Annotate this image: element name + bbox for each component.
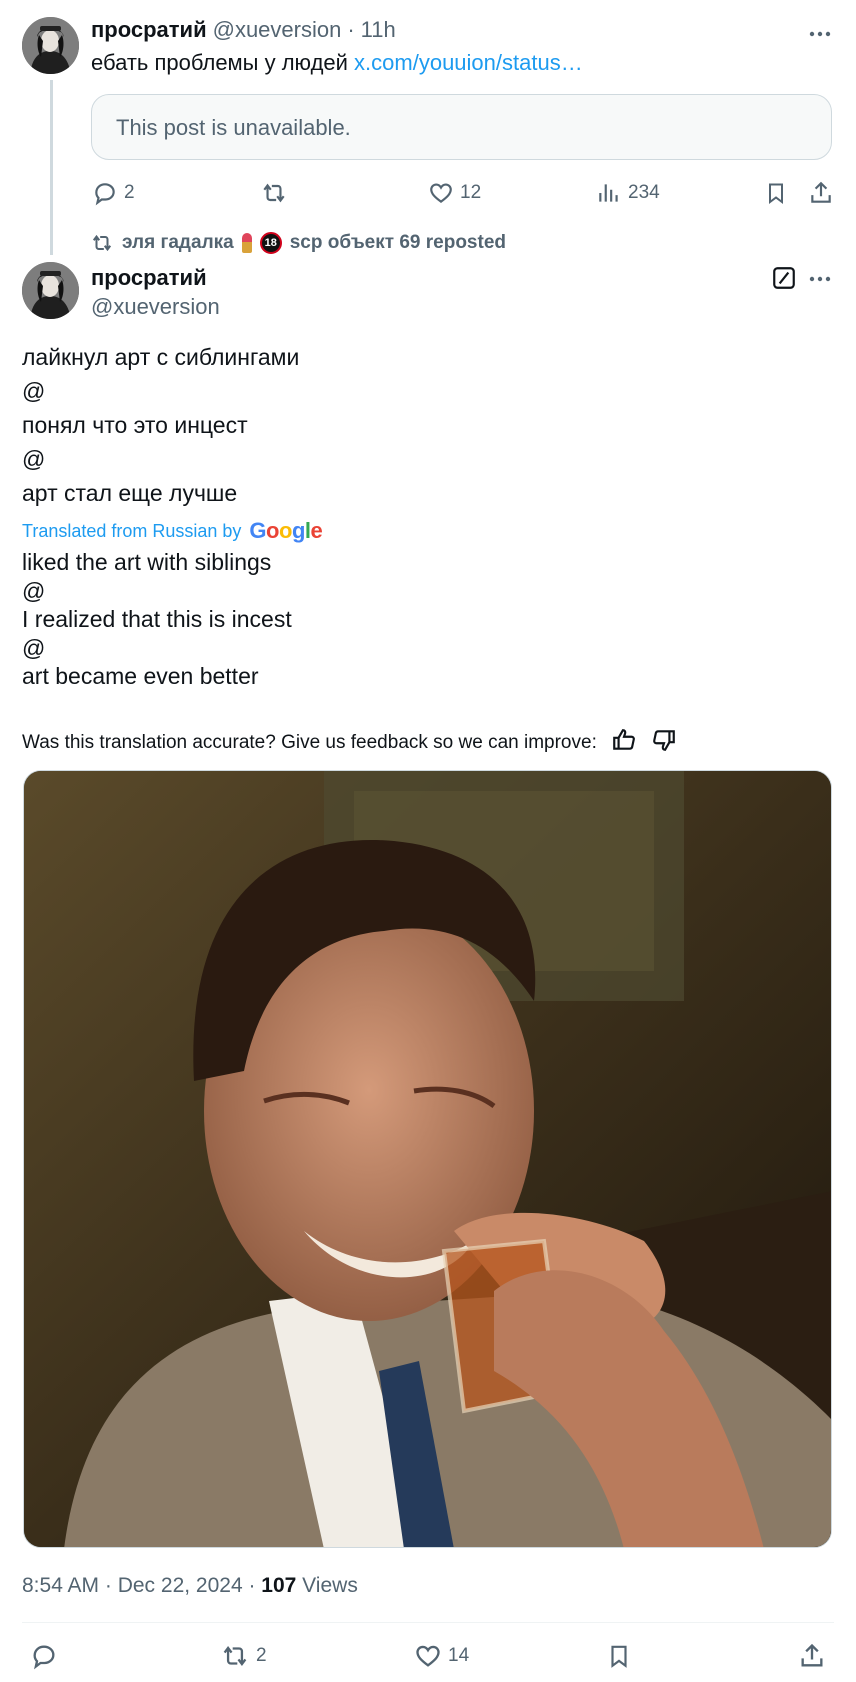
reply-button[interactable]: [30, 1642, 64, 1670]
unavailable-notice: This post is unavailable.: [116, 115, 351, 140]
reply-icon: [33, 1645, 55, 1670]
original-text: лайкнул арт с сиблингами @ понял что это…: [22, 340, 299, 510]
more-options-button[interactable]: [808, 22, 832, 51]
repost-icon: [92, 234, 112, 252]
thumbs-down-button[interactable]: [651, 727, 677, 759]
like-count: 14: [448, 1645, 470, 1666]
text-line: лайкнул арт с сиблингами: [22, 344, 300, 370]
thumbs-up-icon: [613, 729, 635, 750]
reposted-label[interactable]: scp объект 69 reposted: [290, 232, 506, 254]
repost-icon: [263, 183, 285, 203]
author-name[interactable]: просратий: [91, 17, 207, 43]
reply-icon: [95, 183, 115, 206]
author-handle[interactable]: @xueversion: [91, 294, 220, 320]
text-line: @: [22, 635, 46, 661]
views-button[interactable]: 234: [596, 180, 660, 206]
bookmark-button[interactable]: [606, 1642, 632, 1670]
post-media-image[interactable]: [23, 770, 832, 1548]
grok-icon: [773, 267, 795, 289]
views-count: 107: [261, 1574, 297, 1597]
repost-banner[interactable]: эля гадалка 18 scp объект 69 reposted: [90, 232, 506, 254]
text-line: art became even better: [22, 663, 259, 689]
avatar[interactable]: [22, 17, 79, 74]
post-text: ебать проблемы у людей x.com/youuion/sta…: [91, 50, 583, 76]
more-options-button[interactable]: [808, 267, 832, 296]
translation-feedback: Was this translation accurate? Give us f…: [22, 727, 677, 759]
thread-line: [50, 80, 53, 255]
more-icon: [809, 276, 831, 282]
reposter-name[interactable]: эля гадалка: [122, 232, 234, 254]
post-time[interactable]: 11h: [361, 17, 396, 43]
analytics-icon: [599, 184, 618, 202]
laughing-man-photo: [24, 771, 831, 1547]
reply-button[interactable]: 2: [92, 180, 135, 206]
like-button[interactable]: 14: [414, 1642, 469, 1670]
like-count: 12: [460, 182, 482, 203]
text-line: I realized that this is incest: [22, 606, 292, 632]
author-handle[interactable]: @xueversion: [213, 17, 342, 43]
translated-text: liked the art with siblings @ I realized…: [22, 547, 292, 692]
heart-icon: [430, 183, 452, 204]
views-label: Views: [296, 1574, 358, 1597]
translation-attribution[interactable]: Translated from Russian by Google: [22, 518, 323, 544]
heart-icon: [416, 1645, 440, 1667]
text-line: @: [22, 378, 46, 404]
bookmark-button[interactable]: [764, 180, 788, 206]
text-line: liked the art with siblings: [22, 549, 272, 575]
text-line: понял что это инцест: [22, 412, 248, 438]
share-button[interactable]: [798, 1642, 826, 1670]
share-button[interactable]: [808, 180, 834, 206]
text-line: арт стал еще лучше: [22, 480, 238, 506]
quoted-post-card[interactable]: This post is unavailable.: [91, 94, 832, 160]
like-button[interactable]: 12: [428, 180, 481, 206]
thumbs-up-button[interactable]: [611, 727, 637, 759]
repost-button[interactable]: 2: [220, 1642, 267, 1670]
author-name[interactable]: просратий: [91, 265, 207, 291]
age-badge-icon: 18: [259, 232, 282, 254]
post-link[interactable]: x.com/youuion/status…: [354, 50, 583, 75]
avatar[interactable]: [22, 262, 79, 319]
grok-button[interactable]: [771, 265, 797, 296]
more-icon: [809, 31, 831, 37]
thumbs-down-icon: [652, 730, 675, 751]
post-timestamp[interactable]: 8:54 AM · Dec 22, 2024 ·: [22, 1574, 261, 1597]
avatar-image-icon: [22, 17, 79, 74]
avatar-image-icon: [22, 262, 79, 319]
repost-count: 2: [256, 1645, 267, 1666]
bookmark-icon: [611, 1645, 627, 1668]
views-count: 234: [628, 182, 660, 203]
share-icon: [801, 1643, 823, 1667]
bookmark-icon: [769, 183, 783, 204]
google-logo: Google: [249, 518, 323, 543]
text-line: @: [22, 578, 46, 604]
reply-count: 2: [124, 182, 135, 203]
separator: ·: [347, 17, 355, 42]
post-meta: 8:54 AM · Dec 22, 2024 · 107 Views: [22, 1574, 358, 1598]
post-text-content: ебать проблемы у людей: [91, 50, 355, 75]
repost-button[interactable]: [260, 180, 294, 206]
text-line: @: [22, 446, 46, 472]
lipstick-emoji-icon: [241, 233, 252, 253]
repost-icon: [223, 1646, 247, 1666]
feedback-prompt: Was this translation accurate? Give us f…: [22, 732, 597, 753]
post-header: просратий @xueversion · 11h: [91, 17, 396, 43]
translated-label: Translated from Russian by: [22, 520, 242, 541]
divider: [22, 1622, 834, 1623]
share-icon: [811, 181, 831, 203]
